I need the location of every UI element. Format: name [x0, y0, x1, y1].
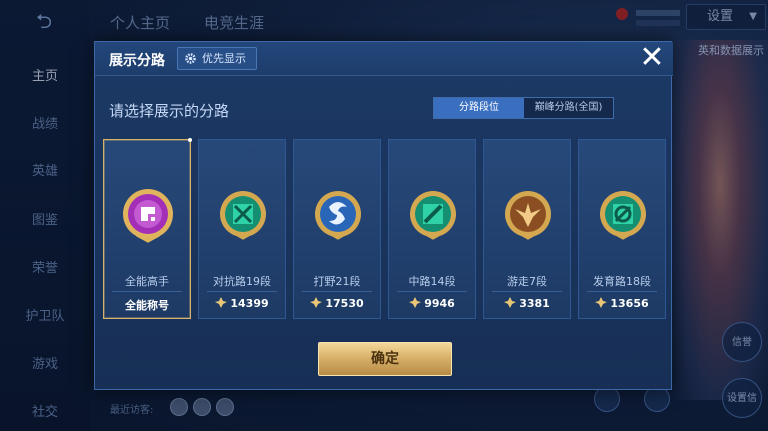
- lane-card-all-round[interactable]: 全能高手 全能称号: [103, 138, 192, 319]
- dialog-title: 展示分路: [109, 53, 165, 69]
- card-divider: [492, 291, 562, 292]
- card-stat-value: 13656: [610, 297, 649, 310]
- lane-card-mid[interactable]: 中路14段 9946: [388, 139, 476, 319]
- confirm-button[interactable]: 确定: [318, 342, 452, 376]
- card-divider: [302, 291, 372, 292]
- card-name: 发育路18段: [593, 275, 651, 288]
- lane-mode-toggle: 分路段位 巅峰分路(全国): [433, 97, 614, 119]
- farm-lane-badge-icon: [600, 191, 646, 240]
- lane-card-clash[interactable]: 对抗路19段 14399: [198, 139, 286, 319]
- mid-lane-badge-icon: [410, 191, 456, 240]
- roam-badge-icon: [505, 191, 551, 240]
- all-round-badge-icon: [123, 189, 173, 243]
- toggle-lane-rank[interactable]: 分路段位: [434, 98, 524, 118]
- toggle-peak-lane[interactable]: 巅峰分路(全国): [524, 98, 613, 118]
- card-stat-value: 9946: [424, 297, 455, 310]
- lane-card-farm[interactable]: 发育路18段 13656: [578, 139, 666, 319]
- combat-power-icon: [504, 297, 517, 308]
- card-stat: 全能称号: [125, 299, 169, 312]
- card-name: 打野21段: [313, 275, 361, 288]
- card-name: 游走7段: [507, 275, 547, 288]
- card-stat: 17530: [294, 297, 380, 310]
- dialog-header: 展示分路 优先显示 ✕: [95, 42, 673, 76]
- clash-lane-badge-icon: [220, 191, 266, 240]
- combat-power-icon: [409, 297, 422, 308]
- combat-power-icon: [215, 297, 228, 308]
- dialog-subtitle: 请选择展示的分路: [109, 102, 230, 120]
- card-divider: [207, 291, 277, 292]
- selection-marker: [188, 138, 192, 142]
- display-lane-dialog: 展示分路 优先显示 ✕ 请选择展示的分路 分路段位 巅峰分路(全国) 全能高手 …: [94, 41, 673, 390]
- card-stat-value: 17530: [325, 297, 364, 310]
- gear-icon: [185, 53, 196, 64]
- card-name: 中路14段: [408, 275, 456, 288]
- card-stat-value: 14399: [230, 297, 269, 310]
- lane-card-roam[interactable]: 游走7段 3381: [483, 139, 571, 319]
- priority-display-button[interactable]: 优先显示: [177, 47, 257, 70]
- card-stat: 13656: [579, 297, 665, 310]
- combat-power-icon: [595, 297, 608, 308]
- jungle-badge-icon: [315, 191, 361, 240]
- card-stat: 3381: [484, 297, 570, 310]
- card-stat: 9946: [389, 297, 475, 310]
- card-divider: [112, 291, 182, 292]
- card-stat-value: 3381: [519, 297, 550, 310]
- card-stat: 14399: [199, 297, 285, 310]
- close-icon[interactable]: ✕: [637, 43, 667, 74]
- lane-card-jungle[interactable]: 打野21段 17530: [293, 139, 381, 319]
- combat-power-icon: [310, 297, 323, 308]
- card-divider: [587, 291, 657, 292]
- card-divider: [397, 291, 467, 292]
- priority-display-label: 优先显示: [202, 52, 246, 65]
- card-name: 全能高手: [125, 275, 169, 288]
- card-name: 对抗路19段: [213, 275, 271, 288]
